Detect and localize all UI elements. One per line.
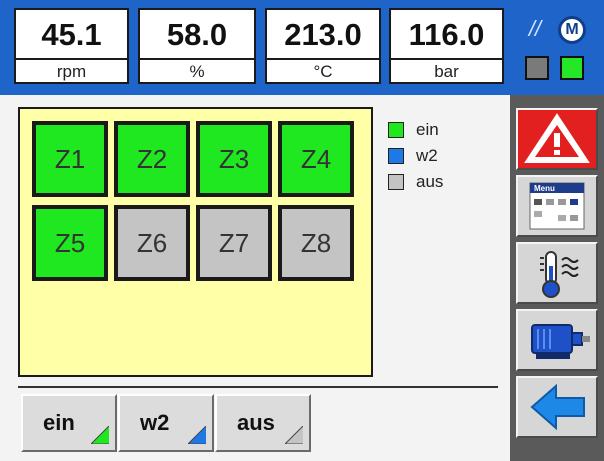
status-header: 45.1 rpm 58.0 % 213.0 °C 116.0 bar // M bbox=[0, 0, 604, 95]
thermometer-icon bbox=[540, 251, 579, 298]
divider-line bbox=[18, 386, 498, 388]
zone-button-z3[interactable]: Z3 bbox=[196, 121, 272, 197]
menu-icon-text: Menu bbox=[534, 184, 555, 193]
corner-triangle-icon bbox=[188, 426, 206, 444]
warning-icon bbox=[524, 113, 590, 163]
pressure-unit: bar bbox=[434, 62, 459, 81]
legend-label: aus bbox=[416, 172, 444, 191]
percent-value: 58.0 bbox=[166, 17, 228, 52]
legend-label: ein bbox=[416, 120, 439, 139]
percent-gauge: 58.0 % bbox=[138, 8, 256, 84]
zone-button-z5[interactable]: Z5 bbox=[32, 205, 108, 281]
corner-triangle-icon bbox=[285, 426, 303, 444]
gauge-divider bbox=[16, 58, 127, 60]
zone-button-z2[interactable]: Z2 bbox=[114, 121, 190, 197]
speed-value: 45.1 bbox=[41, 17, 102, 52]
gauge-divider bbox=[391, 58, 502, 60]
legend-label: w2 bbox=[416, 146, 438, 165]
zone-button-z4[interactable]: Z4 bbox=[278, 121, 354, 197]
set-aus-button[interactable]: aus bbox=[215, 394, 311, 452]
status-indicator-green bbox=[560, 56, 584, 80]
zone-button-z7[interactable]: Z7 bbox=[196, 205, 272, 281]
alarm-button[interactable] bbox=[516, 108, 598, 170]
temperature-unit: °C bbox=[313, 62, 333, 81]
button-label: w2 bbox=[140, 410, 170, 435]
motor-icon bbox=[531, 324, 590, 359]
pressure-gauge: 116.0 bar bbox=[389, 8, 504, 84]
percent-unit: % bbox=[189, 62, 205, 81]
corner-triangle-icon bbox=[91, 426, 109, 444]
legend-swatch bbox=[388, 122, 404, 138]
status-indicator-grey bbox=[525, 56, 549, 80]
pressure-value: 116.0 bbox=[408, 17, 485, 52]
legend-swatch bbox=[388, 174, 404, 190]
gauge-divider bbox=[267, 58, 379, 60]
button-label: ein bbox=[43, 410, 75, 435]
temperature-value: 213.0 bbox=[284, 17, 362, 52]
signal-icon: // bbox=[528, 16, 542, 41]
motor-button[interactable] bbox=[516, 309, 598, 371]
menu-button[interactable]: Menu bbox=[516, 175, 598, 237]
set-w2-button[interactable]: w2 bbox=[118, 394, 214, 452]
set-ein-button[interactable]: ein bbox=[21, 394, 117, 452]
back-button[interactable] bbox=[516, 376, 598, 438]
button-label: aus bbox=[237, 410, 275, 435]
speed-unit: rpm bbox=[56, 62, 87, 81]
gauge-divider bbox=[140, 58, 254, 60]
legend-swatch bbox=[388, 148, 404, 164]
zone-button-z1[interactable]: Z1 bbox=[32, 121, 108, 197]
speed-gauge: 45.1 rpm bbox=[14, 8, 129, 84]
menu-icon: Menu bbox=[529, 182, 585, 230]
zone-button-z6[interactable]: Z6 bbox=[114, 205, 190, 281]
back-arrow-icon bbox=[530, 383, 585, 431]
motor-status-icon: M bbox=[558, 16, 586, 44]
zone-button-z8[interactable]: Z8 bbox=[278, 205, 354, 281]
temperature-button[interactable] bbox=[516, 242, 598, 304]
zone-panel: Z1 Z2 Z3 Z4 Z5 Z6 Z7 Z8 bbox=[18, 107, 373, 377]
temperature-gauge: 213.0 °C bbox=[265, 8, 381, 84]
